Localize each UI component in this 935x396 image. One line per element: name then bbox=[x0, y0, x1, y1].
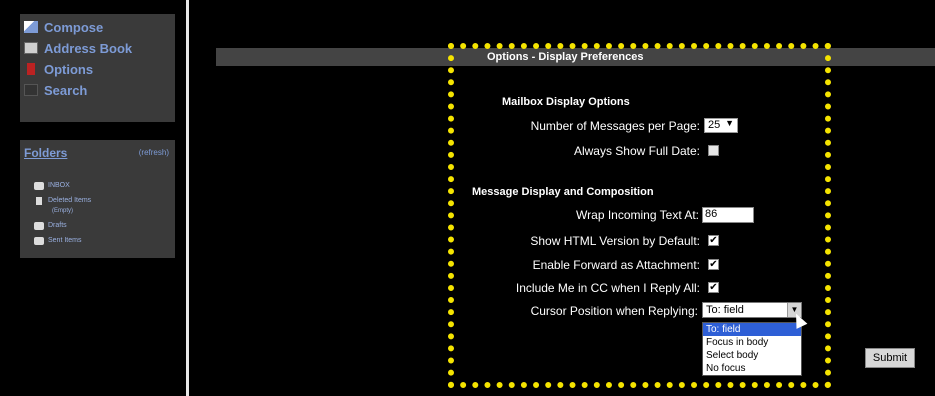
folder-inbox-label: INBOX bbox=[48, 182, 70, 189]
wrap-text-input[interactable]: 86 bbox=[702, 207, 754, 223]
folders-refresh-link[interactable]: (refresh) bbox=[139, 148, 169, 157]
nav-panel: Compose Address Book Options Search bbox=[20, 14, 175, 122]
folder-deleted-items-label: Deleted Items bbox=[48, 197, 92, 204]
trash-icon bbox=[36, 197, 42, 205]
folder-sent-items-label: Sent Items bbox=[48, 237, 82, 244]
sidebar: Compose Address Book Options Search Fold… bbox=[0, 0, 186, 396]
dropdown-option[interactable]: To: field bbox=[703, 323, 801, 336]
folder-deleted-empty-note: (Empty) bbox=[52, 208, 73, 214]
messages-per-page-select[interactable]: 25 ▼ bbox=[704, 118, 738, 133]
folders-title[interactable]: Folders bbox=[24, 146, 67, 160]
page-title: Options - Display Preferences bbox=[487, 51, 644, 63]
folder-drafts-label: Drafts bbox=[48, 222, 67, 229]
chevron-down-icon: ▼ bbox=[725, 118, 734, 128]
cc-reply-all-label: Include Me in CC when I Reply All: bbox=[515, 281, 700, 295]
folder-sent-items[interactable]: Sent Items bbox=[34, 237, 81, 245]
wrap-text-label: Wrap Incoming Text At: bbox=[576, 208, 699, 222]
nav-address-book-label: Address Book bbox=[44, 40, 133, 56]
cursor-position-label: Cursor Position when Replying: bbox=[530, 304, 698, 318]
nav-options-label: Options bbox=[44, 61, 94, 77]
compose-icon bbox=[24, 21, 38, 33]
mailbox-section-title: Mailbox Display Options bbox=[502, 96, 630, 108]
full-date-checkbox[interactable] bbox=[708, 145, 719, 156]
nav-compose[interactable]: Compose bbox=[24, 18, 103, 36]
sent-icon bbox=[34, 237, 44, 245]
options-icon bbox=[27, 63, 35, 75]
full-date-label: Always Show Full Date: bbox=[573, 144, 700, 158]
cursor-position-select[interactable]: To: field ▼ bbox=[702, 302, 802, 318]
folder-deleted-items[interactable]: Deleted Items bbox=[34, 197, 91, 205]
nav-options[interactable]: Options bbox=[24, 60, 93, 78]
dropdown-option[interactable]: Focus in body bbox=[703, 336, 801, 349]
messages-per-page-value: 25 bbox=[708, 119, 721, 131]
html-default-checkbox[interactable]: ✔ bbox=[708, 235, 719, 246]
nav-compose-label: Compose bbox=[44, 19, 104, 35]
nav-search[interactable]: Search bbox=[24, 81, 87, 99]
html-default-label: Show HTML Version by Default: bbox=[530, 234, 700, 248]
folder-inbox[interactable]: INBOX bbox=[34, 182, 70, 190]
cursor-position-value: To: field bbox=[706, 304, 744, 316]
drafts-icon bbox=[34, 222, 44, 230]
message-section-title: Message Display and Composition bbox=[472, 186, 654, 198]
forward-attachment-label: Enable Forward as Attachment: bbox=[532, 258, 700, 272]
forward-attachment-checkbox[interactable]: ✔ bbox=[708, 259, 719, 270]
cursor-position-dropdown: To: field Focus in body Select body No f… bbox=[702, 322, 802, 376]
inbox-icon bbox=[34, 182, 44, 190]
nav-search-label: Search bbox=[44, 82, 88, 98]
folders-panel: Folders (refresh) INBOX Deleted Items (E… bbox=[20, 140, 175, 258]
cc-reply-all-checkbox[interactable]: ✔ bbox=[708, 282, 719, 293]
submit-button[interactable]: Submit bbox=[865, 348, 915, 368]
search-icon bbox=[24, 84, 38, 96]
folder-drafts[interactable]: Drafts bbox=[34, 222, 67, 230]
dropdown-option[interactable]: Select body bbox=[703, 349, 801, 362]
nav-address-book[interactable]: Address Book bbox=[24, 39, 132, 57]
dropdown-option[interactable]: No focus bbox=[703, 362, 801, 375]
address-book-icon bbox=[24, 42, 38, 54]
sidebar-divider bbox=[186, 0, 189, 396]
messages-per-page-label: Number of Messages per Page: bbox=[530, 119, 700, 133]
